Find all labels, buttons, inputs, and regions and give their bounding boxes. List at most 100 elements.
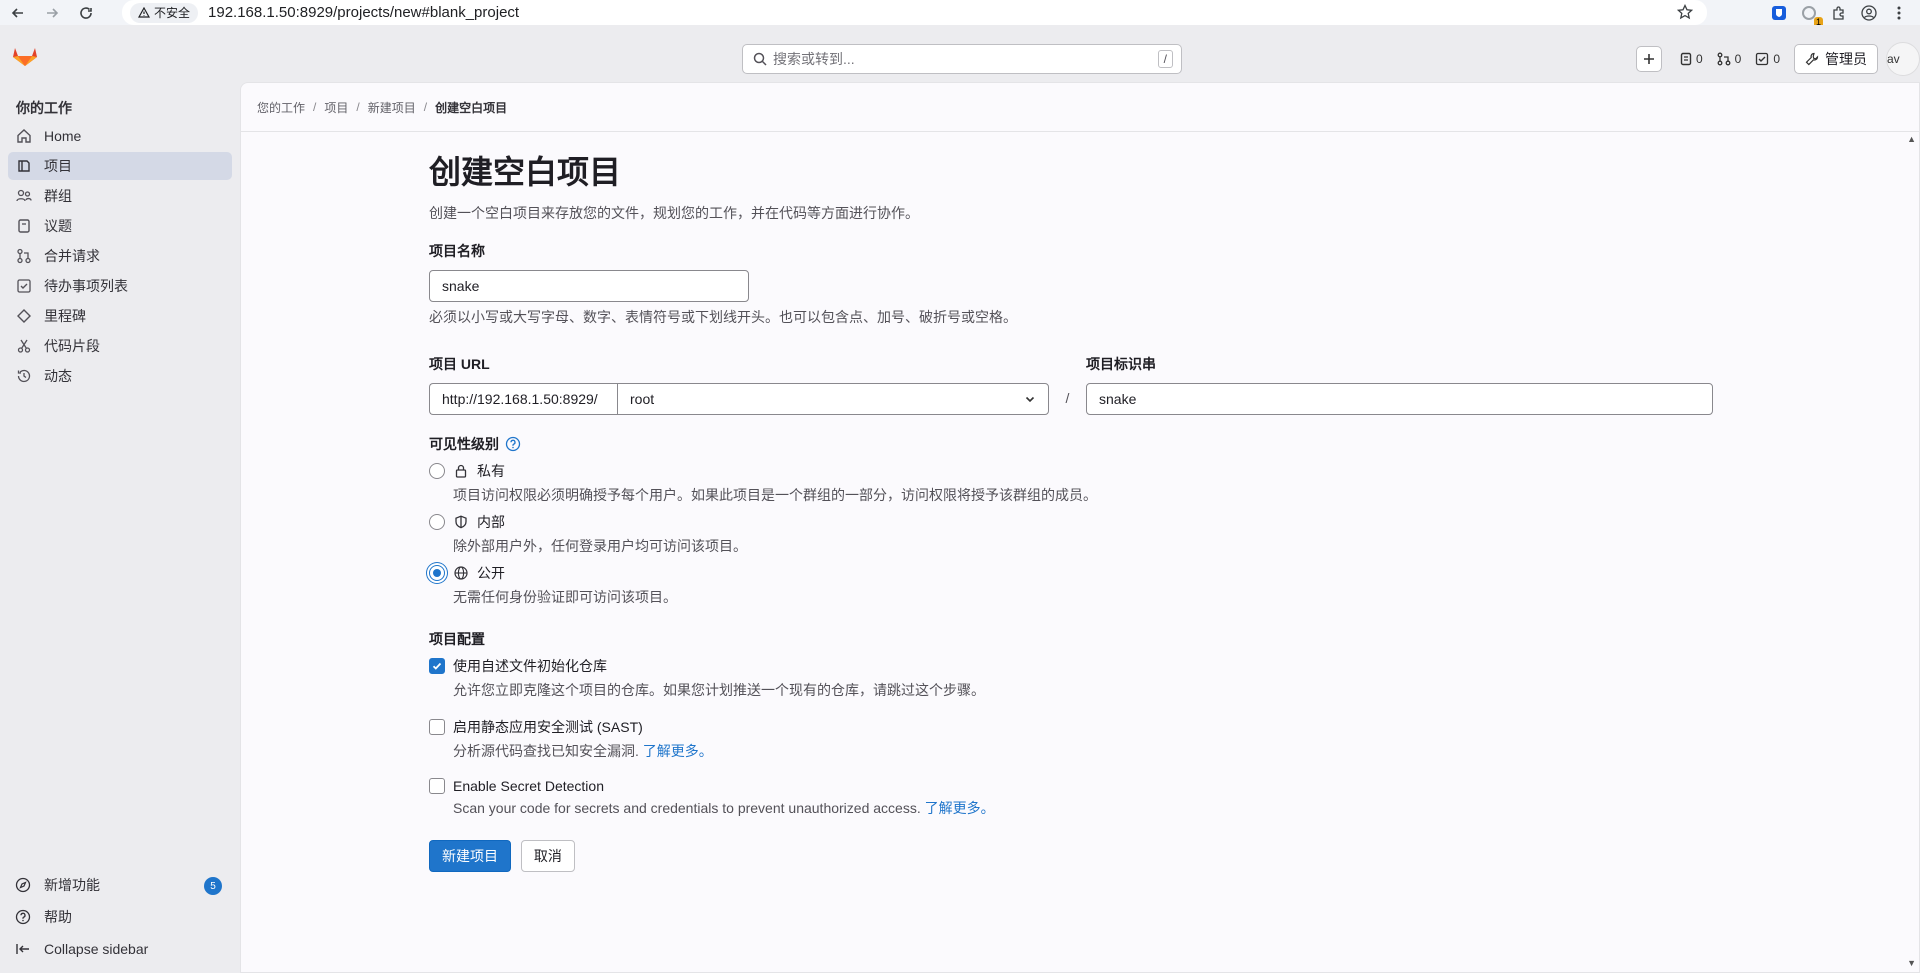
- checkmark-icon: [432, 662, 442, 670]
- bitwarden-extension-icon[interactable]: [1770, 4, 1788, 22]
- sidebar-item-todos[interactable]: 待办事项列表: [8, 272, 232, 300]
- sidebar-item-label: 议题: [44, 218, 72, 234]
- sidebar-item-label: 动态: [44, 368, 72, 384]
- secret-detection-checkbox[interactable]: [429, 778, 445, 794]
- admin-button[interactable]: 管理员: [1794, 44, 1878, 74]
- collapse-left-icon: [14, 940, 32, 958]
- readme-desc: 允许您立即克隆这个项目的仓库。如果您计划推送一个现有的仓库，请跳过这个步骤。: [453, 682, 985, 698]
- sidebar: 你的工作 Home 项目 群组 议题 合并请求 待办事项列表 里程碑 代码片段 …: [0, 82, 240, 973]
- globe-icon: [453, 565, 469, 581]
- search-shortcut: /: [1157, 50, 1173, 68]
- whats-new-button[interactable]: 新增功能 5: [8, 869, 232, 901]
- scroll-down-icon[interactable]: ▼: [1907, 958, 1916, 968]
- whats-new-label: 新增功能: [44, 877, 100, 893]
- extension-area: 1: [1770, 0, 1920, 28]
- create-new-button[interactable]: [1635, 46, 1662, 72]
- form-actions: 新建项目 取消: [429, 840, 1719, 872]
- sast-desc: 分析源代码查找已知安全漏洞.: [453, 743, 639, 759]
- help-label: 帮助: [44, 909, 72, 925]
- breadcrumb-your-work[interactable]: 您的工作: [257, 99, 305, 116]
- breadcrumb-current[interactable]: 创建空白项目: [435, 99, 507, 116]
- create-project-button[interactable]: 新建项目: [429, 840, 511, 872]
- visibility-private-radio[interactable]: [429, 463, 445, 479]
- topbar-actions: 0 0 0 管理员 av: [1635, 42, 1920, 76]
- forward-icon[interactable]: [40, 1, 64, 25]
- breadcrumb-separator: /: [356, 100, 360, 114]
- sidebar-item-snippets[interactable]: 代码片段: [8, 332, 232, 360]
- back-icon[interactable]: [6, 1, 30, 25]
- browser-toolbar: 不安全 192.168.1.50:8929/projects/new#blank…: [0, 0, 1920, 28]
- issues-counter[interactable]: 0: [1680, 52, 1703, 66]
- readme-checkbox[interactable]: [429, 658, 445, 674]
- help-button[interactable]: 帮助: [8, 901, 232, 933]
- history-icon: [16, 368, 32, 384]
- merge-requests-count: 0: [1734, 52, 1742, 66]
- secret-detection-label: Enable Secret Detection: [453, 778, 604, 794]
- question-circle-icon[interactable]: [505, 436, 521, 452]
- search-input[interactable]: 搜索或转到... /: [742, 44, 1182, 74]
- readme-option[interactable]: 使用自述文件初始化仓库 允许您立即克隆这个项目的仓库。如果您计划推送一个现有的仓…: [429, 656, 1719, 700]
- collapse-sidebar-button[interactable]: Collapse sidebar: [8, 933, 232, 965]
- url-text[interactable]: 192.168.1.50:8929/projects/new#blank_pro…: [208, 4, 519, 21]
- project-config-label: 项目配置: [429, 631, 485, 647]
- sast-learn-more-link[interactable]: 了解更多。: [643, 743, 713, 759]
- sidebar-item-projects[interactable]: 项目: [8, 152, 232, 180]
- collapse-label: Collapse sidebar: [44, 941, 149, 957]
- secret-detection-option[interactable]: Enable Secret Detection Scan your code f…: [429, 778, 1719, 818]
- breadcrumb-projects[interactable]: 项目: [324, 99, 348, 116]
- page-title: 创建空白项目: [429, 154, 622, 190]
- sidebar-item-home[interactable]: Home: [8, 122, 232, 150]
- project-name-label: 项目名称: [429, 243, 485, 259]
- secret-learn-more-link[interactable]: 了解更多。: [925, 800, 995, 816]
- sast-option[interactable]: 启用静态应用安全测试 (SAST) 分析源代码查找已知安全漏洞. 了解更多。: [429, 717, 1719, 761]
- breadcrumb-separator: /: [313, 100, 317, 114]
- breadcrumb-new-project[interactable]: 新建项目: [368, 99, 416, 116]
- visibility-private-label: 私有: [477, 463, 505, 479]
- visibility-public-radio[interactable]: [429, 565, 445, 581]
- sast-checkbox[interactable]: [429, 719, 445, 735]
- todo-icon: [16, 278, 32, 294]
- merge-requests-counter[interactable]: 0: [1717, 52, 1742, 66]
- sidebar-item-activity[interactable]: 动态: [8, 362, 232, 390]
- question-icon: [14, 908, 32, 926]
- puzzle-extensions-icon[interactable]: [1830, 4, 1848, 22]
- sidebar-item-label: 代码片段: [44, 338, 100, 354]
- bookmark-star-icon[interactable]: [1676, 3, 1694, 23]
- search-placeholder: 搜索或转到...: [773, 51, 855, 67]
- milestone-icon: [16, 308, 32, 324]
- extension-icon[interactable]: 1: [1800, 4, 1823, 28]
- visibility-private-option[interactable]: 私有 项目访问权限必须明确授予每个用户。如果此项目是一个群组的一部分，访问权限将…: [429, 461, 1719, 505]
- sidebar-item-label: 群组: [44, 188, 72, 204]
- project-name-input[interactable]: snake: [429, 270, 749, 302]
- reload-icon[interactable]: [74, 1, 98, 25]
- sidebar-item-issues[interactable]: 议题: [8, 212, 232, 240]
- project-name-value: snake: [442, 278, 480, 294]
- visibility-label: 可见性级别: [429, 436, 499, 452]
- address-bar[interactable]: 不安全 192.168.1.50:8929/projects/new#blank…: [122, 0, 1707, 25]
- security-indicator[interactable]: 不安全: [130, 2, 199, 23]
- visibility-public-option[interactable]: 公开 无需任何身份验证即可访问该项目。: [429, 563, 1719, 607]
- sidebar-item-groups[interactable]: 群组: [8, 182, 232, 210]
- avatar[interactable]: av: [1886, 42, 1920, 76]
- snippet-icon: [16, 338, 32, 354]
- admin-label: 管理员: [1825, 51, 1867, 67]
- sidebar-item-merge-requests[interactable]: 合并请求: [8, 242, 232, 270]
- namespace-value: root: [630, 391, 655, 407]
- scroll-up-icon[interactable]: ▲: [1907, 134, 1916, 144]
- project-slug-value: snake: [1099, 391, 1137, 407]
- todos-counter[interactable]: 0: [1755, 52, 1780, 66]
- kebab-menu-icon[interactable]: [1890, 4, 1908, 22]
- sidebar-item-label: 待办事项列表: [44, 278, 128, 294]
- cancel-button[interactable]: 取消: [520, 840, 575, 872]
- project-slug-input[interactable]: snake: [1086, 383, 1713, 415]
- visibility-internal-radio[interactable]: [429, 514, 445, 530]
- profile-icon[interactable]: [1860, 4, 1878, 22]
- sidebar-item-milestones[interactable]: 里程碑: [8, 302, 232, 330]
- avatar-alt-text: av: [1887, 52, 1900, 66]
- visibility-internal-option[interactable]: 内部 除外部用户外，任何登录用户均可访问该项目。: [429, 512, 1719, 556]
- visibility-private-desc: 项目访问权限必须明确授予每个用户。如果此项目是一个群组的一部分，访问权限将授予该…: [453, 487, 1097, 503]
- project-name-help: 必须以小写或大写字母、数字、表情符号或下划线开头。也可以包含点、加号、破折号或空…: [429, 309, 1017, 325]
- namespace-select[interactable]: root: [617, 383, 1049, 415]
- gitlab-logo-icon[interactable]: [12, 43, 38, 67]
- sidebar-nav: Home 项目 群组 议题 合并请求 待办事项列表 里程碑 代码片段 动态: [8, 122, 232, 392]
